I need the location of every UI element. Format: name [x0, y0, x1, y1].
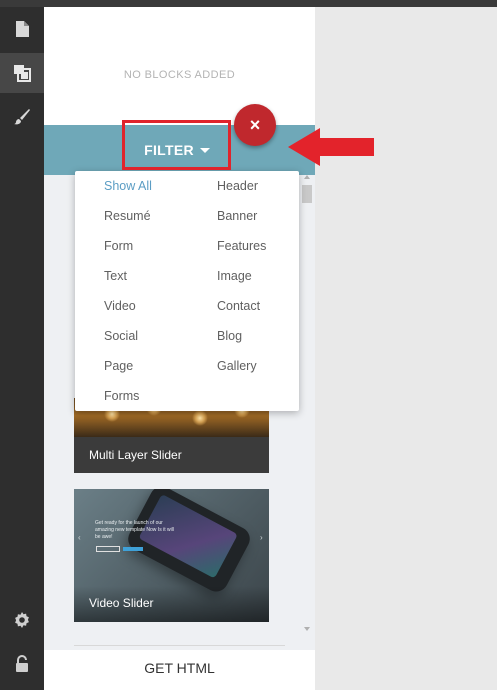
filter-option-text[interactable]: Text: [104, 269, 127, 283]
card-label: Video Slider: [89, 596, 154, 610]
scrollbar[interactable]: [301, 175, 313, 635]
top-window-bar: [0, 0, 497, 7]
rail-lock-button[interactable]: [0, 644, 44, 684]
block-card-video-slider[interactable]: Get ready for the launch of our amazing …: [74, 489, 269, 622]
empty-blocks-message: NO BLOCKS ADDED: [123, 69, 236, 81]
scroll-thumb[interactable]: [302, 185, 312, 203]
rail-item-styles[interactable]: [0, 97, 44, 137]
filter-dropdown-menu: Show All Resumé Form Text Video Social P…: [75, 171, 299, 411]
chevron-left-icon: ‹: [78, 533, 81, 542]
filter-label: FILTER: [144, 142, 194, 158]
filter-option-contact[interactable]: Contact: [217, 299, 260, 313]
blocks-icon: [14, 65, 31, 82]
filter-option-forms[interactable]: Forms: [104, 389, 139, 403]
filter-option-image[interactable]: Image: [217, 269, 252, 283]
phone-image: [124, 489, 254, 596]
filter-option-header[interactable]: Header: [217, 179, 258, 193]
filter-option-blog[interactable]: Blog: [217, 329, 242, 343]
close-icon: ×: [249, 114, 261, 135]
rail-item-pages[interactable]: [0, 9, 44, 49]
card-preview-text: Get ready for the launch of our amazing …: [95, 520, 174, 540]
rail-settings-button[interactable]: [0, 600, 44, 640]
brush-icon: [14, 109, 30, 125]
lock-icon: [16, 655, 28, 672]
preview-button-filled: [123, 547, 143, 551]
caret-down-icon: [199, 147, 210, 153]
page-icon: [16, 21, 29, 37]
sidebar-rail: [0, 7, 44, 690]
panel-divider: [74, 645, 285, 646]
filter-option-video[interactable]: Video: [104, 299, 136, 313]
filter-option-show-all[interactable]: Show All: [104, 179, 152, 193]
filter-option-resume[interactable]: Resumé: [104, 209, 151, 223]
filter-option-banner[interactable]: Banner: [217, 209, 257, 223]
card-label: Multi Layer Slider: [89, 448, 182, 462]
filter-option-features[interactable]: Features: [217, 239, 266, 253]
gear-icon: [15, 612, 29, 628]
filter-option-social[interactable]: Social: [104, 329, 138, 343]
scroll-down-icon[interactable]: [304, 627, 310, 631]
scroll-up-icon[interactable]: [304, 175, 310, 179]
filter-option-form[interactable]: Form: [104, 239, 133, 253]
close-button[interactable]: ×: [234, 104, 276, 146]
filter-button[interactable]: FILTER: [124, 128, 230, 172]
filter-option-gallery[interactable]: Gallery: [217, 359, 257, 373]
chevron-right-icon: ›: [260, 533, 263, 542]
rail-item-blocks[interactable]: [0, 53, 44, 93]
get-html-button[interactable]: GET HTML: [44, 660, 315, 676]
filter-option-page[interactable]: Page: [104, 359, 133, 373]
preview-button-outline: [96, 546, 120, 552]
annotation-arrow-icon: [288, 128, 374, 166]
